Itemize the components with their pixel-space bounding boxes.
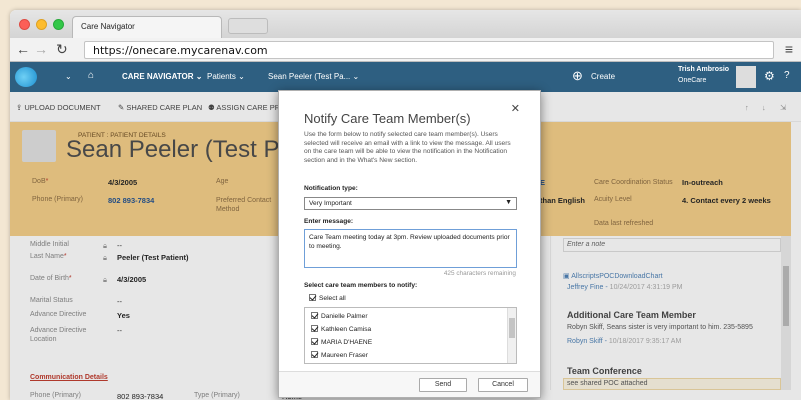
scrollbar-thumb[interactable] <box>509 318 515 338</box>
notification-type-label: Notification type: <box>304 185 358 192</box>
patients-menu[interactable]: Patients ⌄ <box>207 72 245 81</box>
dialog-footer: Send Cancel <box>279 371 540 397</box>
reload-icon[interactable]: ↻ <box>56 41 68 58</box>
send-button[interactable]: Send <box>419 378 467 392</box>
checkbox-checked-icon <box>311 351 318 358</box>
checkbox-checked-icon <box>311 338 318 345</box>
browser-tab[interactable]: Care Navigator <box>72 16 222 38</box>
patient-tab-menu[interactable]: Sean Peeler (Test Pa... ⌄ <box>268 72 359 81</box>
chevron-down-icon[interactable]: ⌄ <box>65 72 72 81</box>
checkbox-checked-icon <box>311 312 318 319</box>
dialog-title: Notify Care Team Member(s) <box>304 111 471 126</box>
notification-type-select[interactable]: Very Important ▼ <box>304 197 517 210</box>
message-label: Enter message: <box>304 218 354 225</box>
app-name-menu[interactable]: CARE NAVIGATOR ⌄ <box>122 72 203 81</box>
checkbox-checked-icon <box>311 325 318 332</box>
app-header: ⌄ ⌂ CARE NAVIGATOR ⌄ Patients ⌄ Sean Pee… <box>10 62 801 92</box>
gear-icon[interactable]: ⚙ <box>764 69 775 83</box>
address-input[interactable]: https://onecare.mycarenav.com <box>84 41 774 59</box>
close-icon[interactable]: ✕ <box>511 102 520 115</box>
member-checkbox[interactable]: Danielle Palmer <box>311 312 368 320</box>
user-name: Trish Ambrosio <box>678 66 730 73</box>
back-arrow-icon[interactable]: ← <box>16 41 30 57</box>
create-button[interactable]: Create <box>591 72 615 81</box>
dialog-description: Use the form below to notify selected ca… <box>304 131 511 164</box>
maximize-window-button[interactable] <box>53 19 64 30</box>
app-logo[interactable] <box>15 67 37 87</box>
tab-title: Care Navigator <box>81 22 135 31</box>
hamburger-menu-icon[interactable]: ≡ <box>785 41 793 57</box>
forward-arrow-icon[interactable]: → <box>34 41 48 57</box>
select-members-label: Select care team members to notify: <box>304 282 418 289</box>
help-icon[interactable]: ? <box>784 70 790 81</box>
member-checkbox[interactable]: Maureen Fraser <box>311 351 368 359</box>
tab-bar: Care Navigator <box>10 10 801 38</box>
member-checkbox[interactable]: MARIA D'HAENE <box>311 338 372 346</box>
message-textarea[interactable]: Care Team meeting today at 3pm. Review u… <box>304 229 517 268</box>
dropdown-arrow-icon: ▼ <box>505 199 512 206</box>
select-all-checkbox[interactable]: Select all <box>309 294 346 302</box>
characters-remaining: 425 characters remaining <box>443 270 516 277</box>
cancel-button[interactable]: Cancel <box>478 378 528 392</box>
members-list: Danielle Palmer Kathleen Camisa MARIA D'… <box>304 307 517 364</box>
new-tab-button[interactable] <box>228 18 268 34</box>
member-checkbox[interactable]: Kathleen Camisa <box>311 325 371 333</box>
notify-dialog: ✕ Notify Care Team Member(s) Use the for… <box>278 90 541 398</box>
avatar[interactable] <box>736 66 756 88</box>
close-window-button[interactable] <box>19 19 30 30</box>
members-scrollbar[interactable] <box>507 308 516 363</box>
checkbox-checked-icon <box>309 294 316 301</box>
minimize-window-button[interactable] <box>36 19 47 30</box>
user-org: OneCare <box>678 77 707 84</box>
home-icon[interactable]: ⌂ <box>88 70 94 81</box>
create-plus-icon[interactable]: ⊕ <box>572 68 583 84</box>
url-bar: ← → ↻ https://onecare.mycarenav.com ≡ <box>10 38 801 62</box>
